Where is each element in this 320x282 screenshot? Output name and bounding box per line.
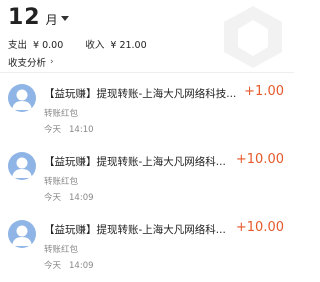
transaction-day: 今天 (44, 261, 62, 271)
user-avatar-icon (8, 84, 36, 112)
transaction-day: 今天 (44, 125, 62, 135)
month-header: 12 月 支出 ¥ 0.00 收入 ¥ 21.00 收支分析 › (0, 0, 294, 72)
transaction-item[interactable]: 【益玩赚】提现转账-上海大凡网络科技... +1.00 转账红包 今天 14:10 (0, 76, 294, 144)
watermark-hexagon-icon (224, 6, 282, 68)
divider (0, 72, 294, 73)
bill-page: 12 月 支出 ¥ 0.00 收入 ¥ 21.00 收支分析 › 【益玩赚】提现… (0, 0, 294, 282)
transaction-category: 转账红包 (44, 177, 79, 187)
transaction-time: 今天 14:10 (44, 123, 94, 135)
income-label: 收入 (85, 40, 105, 51)
user-avatar-icon (8, 152, 36, 180)
month-unit: 月 (45, 13, 58, 27)
transaction-title: 【益玩赚】提现转账-上海大凡网络科... (44, 224, 226, 236)
transaction-amount: +1.00 (244, 84, 284, 99)
analysis-label: 收支分析 (8, 58, 47, 69)
transaction-list: 【益玩赚】提现转账-上海大凡网络科技... +1.00 转账红包 今天 14:10… (0, 76, 294, 280)
month-selector[interactable]: 12 月 (8, 6, 69, 30)
expense-label: 支出 (8, 40, 28, 51)
transaction-category: 转账红包 (44, 245, 79, 255)
user-avatar-icon (8, 220, 36, 248)
transaction-clock: 14:09 (69, 193, 94, 203)
transaction-amount: +10.00 (235, 152, 284, 167)
analysis-link[interactable]: 收支分析 › (8, 55, 54, 69)
transaction-title: 【益玩赚】提现转账-上海大凡网络科技... (44, 88, 237, 100)
transaction-day: 今天 (44, 193, 62, 203)
transaction-time: 今天 14:09 (44, 259, 94, 271)
income-value: ¥ 21.00 (110, 40, 147, 51)
transaction-clock: 14:09 (69, 261, 94, 271)
transaction-item[interactable]: 【益玩赚】提现转账-上海大凡网络科... +10.00 转账红包 今天 14:09 (0, 212, 294, 280)
month-summary: 支出 ¥ 0.00 收入 ¥ 21.00 (8, 37, 150, 51)
transaction-clock: 14:10 (69, 125, 94, 135)
transaction-category: 转账红包 (44, 109, 79, 119)
chevron-right-icon: › (50, 57, 54, 67)
transaction-title: 【益玩赚】提现转账-上海大凡网络科... (44, 156, 226, 168)
month-number: 12 (8, 5, 41, 30)
transaction-time: 今天 14:09 (44, 191, 94, 203)
transaction-item[interactable]: 【益玩赚】提现转账-上海大凡网络科... +10.00 转账红包 今天 14:09 (0, 144, 294, 212)
transaction-amount: +10.00 (235, 220, 284, 235)
expense-value: ¥ 0.00 (33, 40, 64, 51)
caret-down-icon[interactable] (60, 16, 69, 21)
